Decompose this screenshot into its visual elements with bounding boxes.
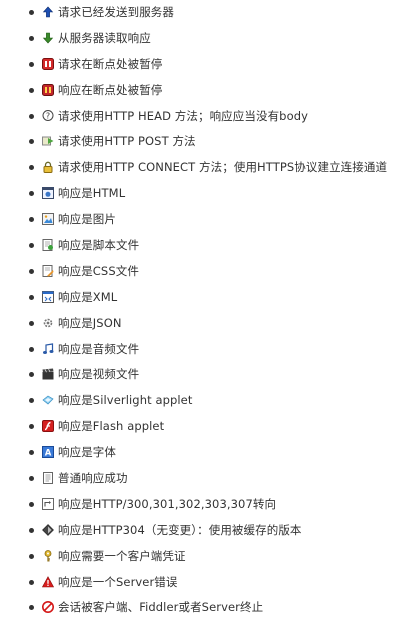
bullet — [29, 113, 34, 119]
bullet — [29, 242, 34, 248]
list-item-label: 响应是CSS文件 — [58, 263, 139, 278]
list-item-label: 请求已经发送到服务器 — [58, 4, 174, 19]
silverlight-icon — [42, 394, 54, 406]
list-item: 响应是XML — [0, 284, 418, 310]
stop-icon — [42, 601, 54, 614]
list-item-label: 响应需要一个客户端凭证 — [58, 548, 186, 563]
list-item: 响应是JSON — [0, 310, 418, 336]
bullet — [29, 501, 34, 507]
list-item-label: 响应是HTTP304（无变更）：使用被缓存的版本 — [58, 522, 302, 537]
head-method-icon: ? — [42, 109, 54, 122]
bullet — [29, 346, 34, 352]
list-item: 响应是Silverlight applet — [0, 387, 418, 413]
bullet — [29, 475, 34, 481]
list-item-label: 请求在断点处被暂停 — [58, 56, 163, 71]
bullet — [29, 35, 34, 41]
audio-icon — [42, 342, 54, 355]
list-item-label: 普通响应成功 — [58, 470, 128, 485]
list-item: 请求使用HTTP POST 方法 — [0, 128, 418, 154]
script-icon — [42, 238, 54, 251]
down-arrow-icon — [42, 32, 54, 44]
list-item: 响应是HTTP304（无变更）：使用被缓存的版本 — [0, 517, 418, 543]
bullet — [29, 372, 34, 378]
bullet — [29, 87, 34, 93]
flash-icon — [42, 420, 54, 433]
list-item: 响应是一个Server错误 — [0, 569, 418, 595]
bullet — [29, 268, 34, 274]
list-item: 普通响应成功 — [0, 465, 418, 491]
breakpoint-request-icon — [42, 57, 54, 70]
bullet — [29, 320, 34, 326]
list-item-label: 响应是视频文件 — [58, 367, 140, 382]
bullet — [29, 579, 34, 585]
list-item: 响应是图片 — [0, 206, 418, 232]
font-icon: A — [42, 446, 54, 459]
list-item-label: 从服务器读取响应 — [58, 30, 151, 45]
list-item-label: 响应是字体 — [58, 445, 116, 460]
json-icon — [42, 317, 54, 329]
redirect-icon — [42, 497, 54, 510]
css-icon — [42, 264, 54, 277]
bullet — [29, 294, 34, 300]
key-icon — [42, 549, 54, 562]
image-icon — [42, 213, 54, 226]
bullet — [29, 217, 34, 223]
list-item: 响应是脚本文件 — [0, 232, 418, 258]
bullet — [29, 527, 34, 533]
list-item-label: 会话被客户端、Fiddler或者Server终止 — [58, 600, 264, 615]
list-item-label: 响应是JSON — [58, 315, 122, 330]
fiddler-icon-legend-list: 请求已经发送到服务器 从服务器读取响应 请求在断点处被暂停 响应在断点处被暂停 … — [0, 0, 418, 620]
up-arrow-icon — [42, 6, 54, 18]
bullet — [29, 191, 34, 197]
list-item-label: 响应是Flash applet — [58, 419, 165, 434]
warning-icon — [42, 575, 54, 588]
list-item: 响应是HTTP/300,301,302,303,307转向 — [0, 491, 418, 517]
bullet — [29, 605, 34, 611]
list-item-label: 请求使用HTTP CONNECT 方法；使用HTTPS协议建立连接通道 — [58, 160, 388, 175]
breakpoint-response-icon — [42, 83, 54, 96]
list-item-label: 响应是一个Server错误 — [58, 574, 178, 589]
list-item: 响应是Flash applet — [0, 413, 418, 439]
list-item-label: 响应是音频文件 — [58, 341, 140, 356]
list-item-label: 响应在断点处被暂停 — [58, 82, 163, 97]
list-item: 响应是音频文件 — [0, 336, 418, 362]
bullet — [29, 450, 34, 456]
post-method-icon — [42, 135, 54, 147]
list-item: 请求在断点处被暂停 — [0, 51, 418, 77]
list-item: 响应是HTML — [0, 180, 418, 206]
list-item-label: 响应是Silverlight applet — [58, 393, 193, 408]
list-item-label: 请求使用HTTP POST 方法 — [58, 134, 196, 149]
list-item: 响应在断点处被暂停 — [0, 77, 418, 103]
xml-icon — [42, 290, 54, 303]
list-item: 请求使用HTTP CONNECT 方法；使用HTTPS协议建立连接通道 — [0, 154, 418, 180]
html-icon — [42, 187, 54, 200]
list-item-label: 响应是图片 — [58, 212, 116, 227]
list-item-label: 响应是脚本文件 — [58, 237, 140, 252]
list-item-label: 响应是XML — [58, 289, 118, 304]
svg-text:A: A — [45, 448, 52, 458]
list-item: 响应是CSS文件 — [0, 258, 418, 284]
bullet — [29, 398, 34, 404]
list-item-label: 响应是HTTP/300,301,302,303,307转向 — [58, 496, 277, 511]
list-item-label: 请求使用HTTP HEAD 方法；响应应当没有body — [58, 108, 309, 123]
bullet — [29, 61, 34, 67]
document-icon — [42, 471, 54, 484]
svg-text:?: ? — [46, 111, 50, 120]
cache-icon — [42, 523, 54, 536]
list-item: 响应是视频文件 — [0, 361, 418, 387]
list-item: 会话被客户端、Fiddler或者Server终止 — [0, 594, 418, 620]
list-item: 响应需要一个客户端凭证 — [0, 543, 418, 569]
bullet — [29, 139, 34, 145]
video-icon — [42, 368, 54, 380]
list-item: 请求已经发送到服务器 — [0, 0, 418, 25]
list-item: ? 请求使用HTTP HEAD 方法；响应应当没有body — [0, 103, 418, 129]
lock-icon — [42, 161, 54, 174]
list-item: A 响应是字体 — [0, 439, 418, 465]
list-item-label: 响应是HTML — [58, 186, 126, 201]
list-item: 从服务器读取响应 — [0, 25, 418, 51]
bullet — [29, 165, 34, 171]
bullet — [29, 424, 34, 430]
bullet — [29, 553, 34, 559]
bullet — [29, 9, 34, 15]
